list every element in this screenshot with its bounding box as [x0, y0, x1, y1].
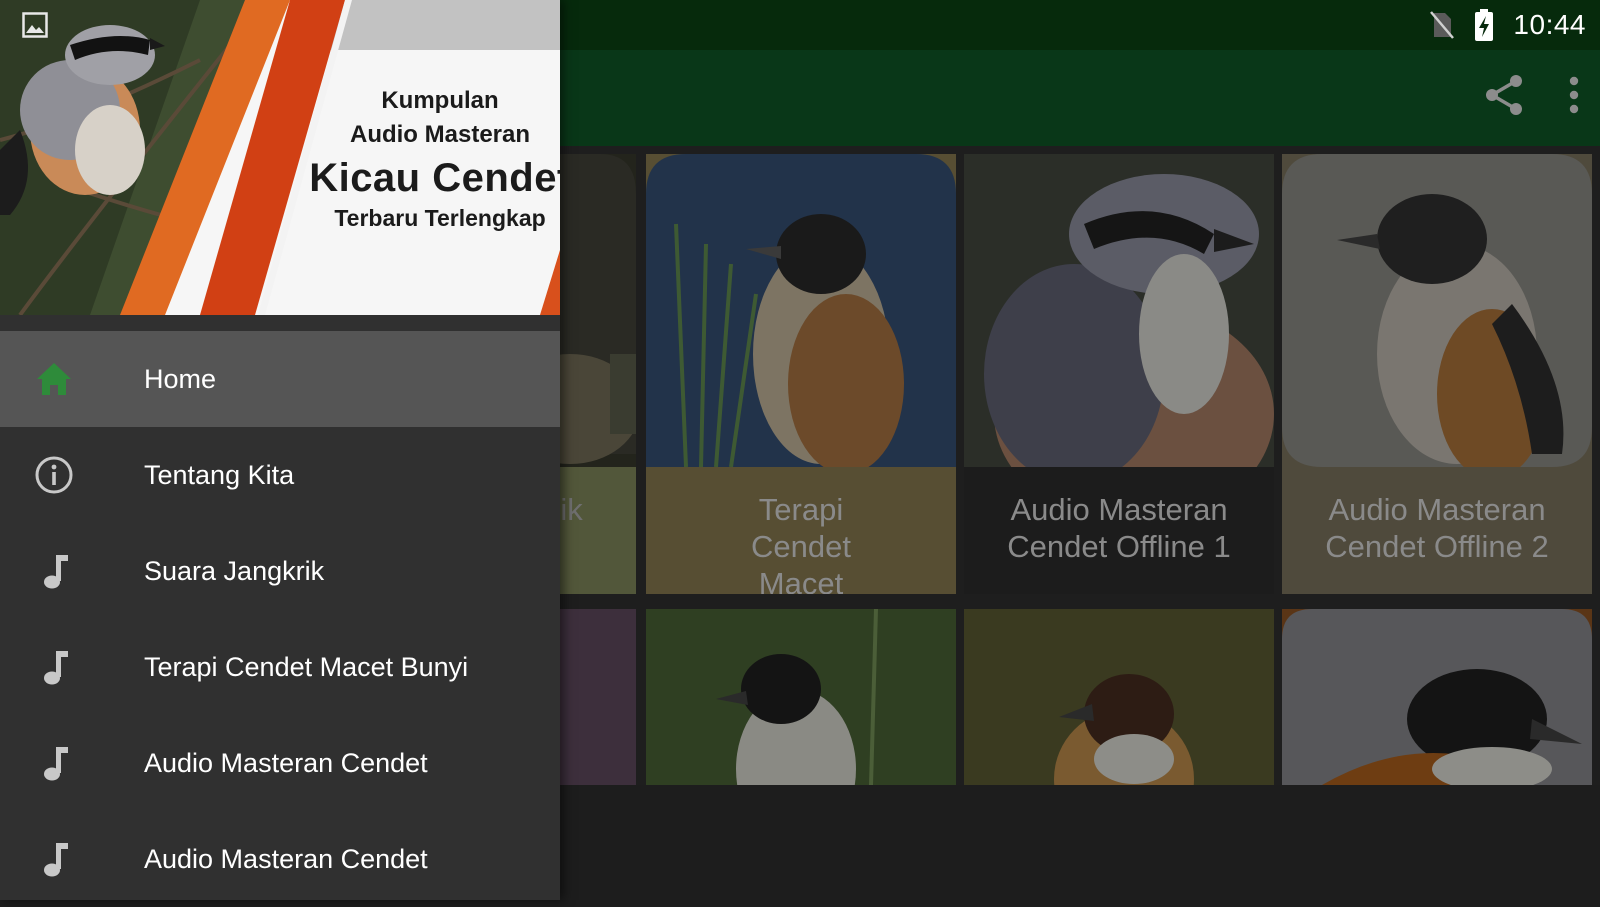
shrike-image	[646, 609, 956, 785]
header-line-2: Audio Masteran	[349, 121, 531, 148]
drawer-header: Kumpulan Audio Masteran Kicau Cendet Ter…	[0, 0, 560, 315]
navigation-drawer: Kumpulan Audio Masteran Kicau Cendet Ter…	[0, 0, 560, 900]
battery-charging-icon	[1475, 9, 1494, 41]
music-note-icon	[44, 843, 68, 877]
menu-item-suara-jangkrik[interactable]: Suara Jangkrik	[0, 523, 560, 619]
menu-item-audio-masteran-1[interactable]: Audio Masteran Cendet	[0, 715, 560, 811]
grid-card-title: Terapi Cendet Macet Bunyi	[751, 492, 851, 594]
no-sim-icon	[1430, 11, 1455, 39]
grid-card-row2-3[interactable]	[964, 609, 1274, 785]
music-note-icon	[44, 651, 68, 685]
more-vert-icon[interactable]	[1568, 76, 1580, 114]
menu-item-label: Audio Masteran Cendet	[144, 747, 428, 778]
menu-item-label: Tentang Kita	[144, 459, 295, 490]
grid-card-audio-offline-2[interactable]: Audio Masteran Cendet Offline 2	[1282, 154, 1592, 594]
menu-item-label: Suara Jangkrik	[144, 555, 325, 586]
music-note-icon	[44, 747, 68, 781]
share-icon[interactable]	[1484, 74, 1524, 116]
menu-item-terapi-cendet[interactable]: Terapi Cendet Macet Bunyi	[0, 619, 560, 715]
menu-item-label: Home	[144, 363, 217, 394]
header-line-1: Kumpulan	[381, 87, 499, 114]
grid-card-title: Audio Masteran Cendet Offline 2	[1325, 492, 1549, 564]
menu-item-tentang-kita[interactable]: Tentang Kita	[0, 427, 560, 523]
grid-card-row2-4[interactable]	[1282, 609, 1592, 785]
menu-item-home[interactable]: Home	[0, 331, 560, 427]
menu-item-audio-masteran-2[interactable]: Audio Masteran Cendet	[0, 811, 560, 907]
status-time: 10:44	[1513, 9, 1586, 40]
shrike-image	[1282, 609, 1592, 785]
grid-card-terapi-cendet[interactable]: Terapi Cendet Macet Bunyi	[646, 154, 956, 594]
grid-card-title: rik	[550, 492, 583, 527]
shrike-image	[646, 154, 956, 467]
info-icon	[35, 456, 73, 494]
shrike-image	[964, 609, 1274, 785]
music-note-icon	[44, 555, 68, 589]
menu-item-label: Terapi Cendet Macet Bunyi	[144, 651, 469, 682]
header-line-4: Terbaru Terlengkap	[334, 205, 546, 231]
image-notification-icon	[22, 12, 48, 38]
drawer-menu: Home Tentang Kita Suara Jangkrik Terapi …	[0, 331, 560, 907]
home-icon	[37, 363, 71, 395]
grid-card-audio-offline-1[interactable]: Audio Masteran Cendet Offline 1	[964, 154, 1274, 594]
shrike-image	[964, 154, 1274, 467]
shrike-image	[1282, 154, 1592, 467]
drawer-header-title: Kumpulan Audio Masteran Kicau Cendet Ter…	[300, 84, 560, 232]
grid-card-title: Audio Masteran Cendet Offline 1	[1007, 492, 1231, 564]
menu-item-label: Audio Masteran Cendet	[144, 843, 428, 874]
grid-card-row2-2[interactable]	[646, 609, 956, 785]
header-line-3: Kicau Cendet	[309, 156, 560, 200]
